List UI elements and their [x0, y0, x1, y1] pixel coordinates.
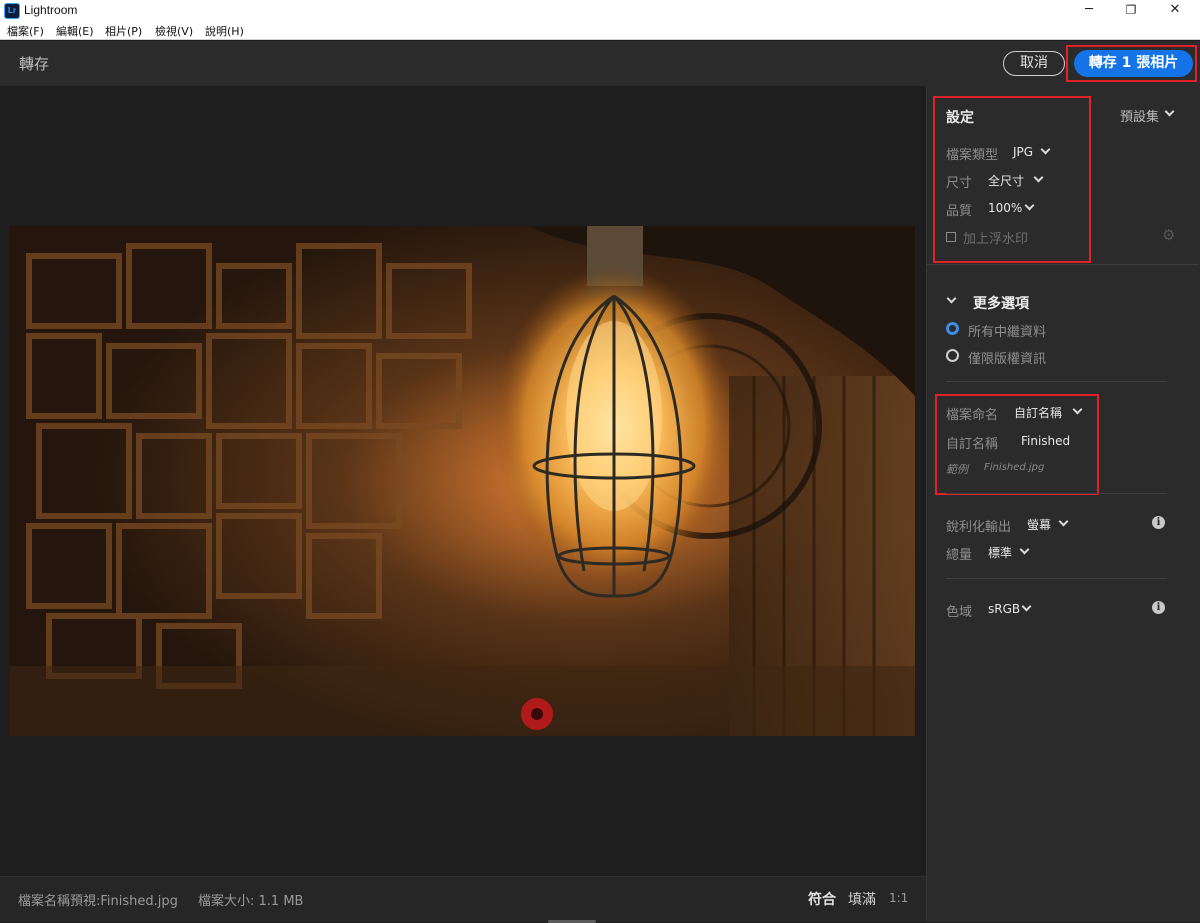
minimize-button[interactable]: ─ [1066, 0, 1112, 22]
close-button[interactable]: ✕ [1152, 0, 1198, 22]
size-dropdown[interactable]: 全尺寸 [988, 172, 1024, 189]
metadata-all-radio[interactable] [946, 322, 959, 335]
file-size: 檔案大小: 1.1 MB [198, 894, 304, 909]
lightroom-logo-icon: Lr [4, 3, 20, 19]
quality-label: 品質 [946, 204, 973, 219]
metadata-all-label: 所有中繼資料 [968, 325, 1047, 340]
amount-dropdown[interactable]: 標準 [988, 544, 1012, 561]
example-label: 範例 [946, 463, 968, 476]
zoom-fit-button[interactable]: 符合 [808, 889, 836, 909]
filename-preview: 檔案名稱預視:Finished.jpg [18, 894, 178, 909]
menu-file[interactable]: 檔案(F) [7, 23, 44, 39]
divider [946, 493, 1167, 494]
divider [946, 381, 1167, 382]
more-options-heading[interactable]: 更多選項 [973, 293, 1029, 313]
cancel-button[interactable]: 取消 [1003, 51, 1065, 76]
edison-bulb-photo [9, 226, 915, 736]
preview-footer: 檔案名稱預視:Finished.jpg 檔案大小: 1.1 MB 符合 填滿 1… [0, 876, 926, 923]
menu-bar: 檔案(F) 編輯(E) 相片(P) 檢視(V) 說明(H) [0, 22, 1200, 40]
title-bar: Lr Lightroom ─ ❐ ✕ [0, 0, 1200, 22]
sharpen-dropdown[interactable]: 螢幕 [1027, 516, 1051, 533]
example-filename: Finished.jpg [984, 462, 1045, 473]
menu-edit[interactable]: 編輯(E) [56, 23, 94, 39]
export-photos-button[interactable]: 轉存 1 張相片 [1074, 50, 1193, 77]
menu-photo[interactable]: 相片(P) [105, 23, 142, 39]
divider [927, 264, 1199, 265]
quality-dropdown[interactable]: 100% [988, 201, 1022, 215]
photo-preview [9, 226, 915, 736]
color-space-dropdown[interactable]: sRGB [988, 602, 1020, 616]
custom-name-label: 自訂名稱 [946, 437, 999, 452]
app-title: Lightroom [24, 3, 78, 17]
sharpen-label: 銳利化輸出 [946, 520, 1012, 535]
custom-name-input[interactable]: Finished [1021, 434, 1070, 448]
color-space-info-icon[interactable]: i [1152, 601, 1165, 614]
size-label: 尺寸 [946, 176, 973, 191]
file-naming-label: 檔案命名 [946, 408, 999, 423]
sharpen-info-icon[interactable]: i [1152, 516, 1165, 529]
watermark-label: 加上浮水印 [963, 232, 1029, 247]
page-title: 轉存 [19, 55, 50, 73]
settings-heading: 設定 [946, 110, 974, 126]
divider [946, 578, 1167, 579]
metadata-copyright-label: 僅限版權資訊 [968, 352, 1047, 367]
metadata-copyright-radio[interactable] [946, 349, 959, 362]
watermark-gear-icon[interactable]: ⚙ [1162, 226, 1175, 244]
menu-help[interactable]: 說明(H) [205, 23, 244, 39]
zoom-fill-button[interactable]: 填滿 [848, 889, 876, 909]
file-type-dropdown[interactable]: JPG [1013, 145, 1033, 159]
zoom-1-1-button[interactable]: 1:1 [889, 891, 908, 905]
color-space-label: 色域 [946, 605, 973, 620]
presets-dropdown[interactable]: 預設集 [1120, 106, 1159, 125]
menu-view[interactable]: 檢視(V) [155, 23, 193, 39]
watermark-checkbox[interactable] [946, 232, 956, 242]
file-naming-dropdown[interactable]: 自訂名稱 [1014, 404, 1062, 421]
restore-button[interactable]: ❐ [1108, 0, 1154, 22]
amount-label: 總量 [946, 548, 973, 563]
file-type-label: 檔案類型 [946, 148, 999, 163]
